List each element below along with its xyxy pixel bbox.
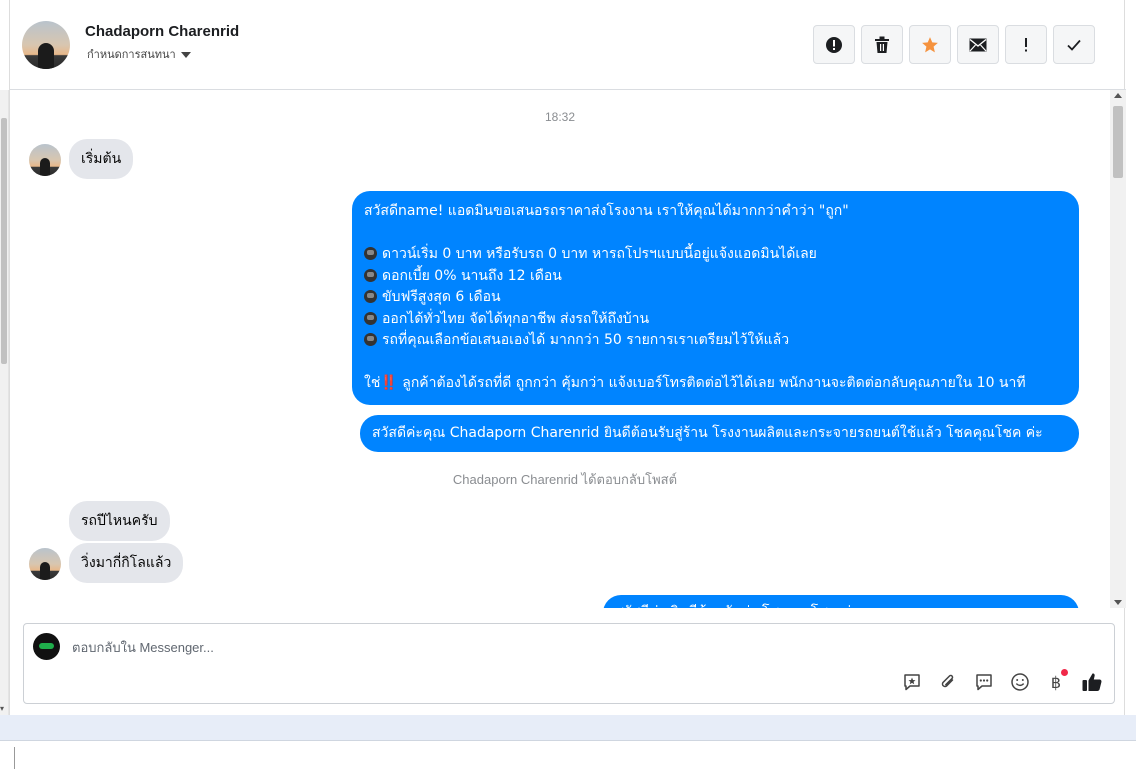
footer-bar[interactable] bbox=[0, 740, 1136, 770]
replied-to-post-note[interactable]: Chadaporn Charenrid ได้ตอบกลับโพสต์ bbox=[10, 469, 1110, 490]
scroll-up-icon[interactable] bbox=[1114, 93, 1122, 98]
star-button[interactable] bbox=[909, 25, 951, 64]
contact-avatar-small[interactable] bbox=[29, 548, 61, 580]
promo-line: ลูกค้าต้องได้รถที่ดี ถูกกว่า คุ้มกว่า แจ… bbox=[402, 375, 1026, 391]
like-icon bbox=[1082, 673, 1102, 691]
thread-scrollbar[interactable] bbox=[1110, 90, 1126, 608]
mark-unread-button[interactable] bbox=[957, 25, 999, 64]
scroll-down-icon[interactable] bbox=[1114, 600, 1122, 605]
promo-last-prefix: ใช่ bbox=[364, 375, 381, 391]
baht-icon: ฿ bbox=[1050, 672, 1062, 692]
contact-avatar[interactable] bbox=[22, 21, 70, 69]
car-emoji-icon bbox=[364, 290, 377, 303]
conversation-header: Chadaporn Charenrid กำหนดการสนทนา bbox=[10, 0, 1126, 90]
quick-reply-icon bbox=[976, 674, 992, 691]
car-emoji-icon bbox=[364, 333, 377, 346]
outgoing-message-welcome: สวัสดีค่ะคุณ Chadaporn Charenrid ยินดีต้… bbox=[360, 415, 1079, 452]
outer-scrollbar-thumb[interactable] bbox=[1, 118, 7, 364]
caret-down-icon bbox=[180, 52, 191, 58]
conversation-schedule-dropdown[interactable]: กำหนดการสนทนา bbox=[87, 45, 191, 63]
contact-avatar-small[interactable] bbox=[29, 144, 61, 176]
conversation-schedule-label: กำหนดการสนทนา bbox=[87, 48, 176, 61]
done-button[interactable] bbox=[1053, 25, 1095, 64]
promo-line: ขับฟรีสูงสุด 6 เดือน bbox=[382, 289, 501, 305]
incoming-message: รถปีไหนครับ bbox=[69, 501, 170, 541]
payment-button[interactable]: ฿ bbox=[1044, 669, 1068, 694]
car-emoji-icon bbox=[364, 311, 377, 325]
message-composer: ฿ bbox=[23, 623, 1115, 704]
emoji-button[interactable] bbox=[1008, 670, 1032, 694]
outgoing-message-promo: สวัสดีname! แอดมินขอเสนอรถราคาส่งโรงงาน … bbox=[352, 191, 1079, 405]
important-button[interactable] bbox=[1005, 25, 1047, 64]
report-button[interactable] bbox=[813, 25, 855, 64]
outgoing-message-partial: สวัสดีค่ะ ยินดีต้อนรับค่ะ โชคคุณโชค ค่ะ bbox=[603, 595, 1079, 608]
promo-line: สวัสดีname! แอดมินขอเสนอรถราคาส่งโรงงาน … bbox=[364, 203, 849, 219]
promo-line: รถที่คุณเลือกข้อเสนอเองได้ มากกว่า 50 รา… bbox=[382, 332, 790, 348]
quick-reply-button[interactable] bbox=[972, 670, 996, 694]
car-emoji-icon bbox=[364, 247, 377, 260]
reply-input[interactable] bbox=[72, 637, 1072, 657]
car-emoji-icon bbox=[364, 268, 377, 282]
message-thread: 18:32 เริ่มต้น สวัสดีname! แอดมินขอเสนอร… bbox=[10, 90, 1110, 608]
incoming-message: เริ่มต้น bbox=[69, 139, 134, 179]
notification-dot bbox=[1061, 669, 1068, 676]
attachment-icon bbox=[941, 674, 954, 688]
messenger-inbox: ▾ Chadaporn Charenrid กำหนดการสนทนา 18:3… bbox=[0, 0, 1136, 770]
promo-line: ออกได้ทั่วไทย จัดได้ทุกอาชีพ ส่งรถให้ถึง… bbox=[382, 310, 650, 327]
attach-button[interactable] bbox=[936, 670, 960, 694]
emoji-icon bbox=[1011, 673, 1029, 691]
check-icon bbox=[1067, 39, 1081, 51]
panel-bottom-gutter bbox=[0, 715, 1136, 740]
contact-name[interactable]: Chadaporn Charenrid bbox=[85, 23, 239, 40]
outer-scrollbar[interactable]: ▾ bbox=[0, 90, 9, 715]
outer-scroll-down-icon[interactable]: ▾ bbox=[0, 705, 4, 713]
mail-icon bbox=[969, 38, 987, 51]
saved-reply-icon bbox=[904, 674, 920, 691]
like-button[interactable] bbox=[1080, 670, 1104, 694]
incoming-message: วิ่งมากี่กิโลแล้ว bbox=[69, 543, 184, 583]
conversation-panel: Chadaporn Charenrid กำหนดการสนทนา 18:32 … bbox=[9, 0, 1126, 715]
saved-reply-button[interactable] bbox=[900, 670, 924, 694]
exclamation-icon bbox=[1025, 37, 1027, 51]
promo-line: ดอกเบี้ย 0% นานถึง 12 เดือน bbox=[382, 267, 562, 284]
thread-scrollbar-thumb[interactable] bbox=[1113, 106, 1123, 178]
message-timestamp: 18:32 bbox=[544, 110, 576, 124]
promo-line: ดาวน์เริ่ม 0 บาท หรือรับรถ 0 บาท หารถโปร… bbox=[382, 246, 817, 262]
page-avatar bbox=[33, 633, 60, 660]
star-icon bbox=[922, 36, 938, 52]
report-icon bbox=[826, 36, 842, 53]
delete-button[interactable] bbox=[861, 25, 903, 64]
trash-icon bbox=[875, 36, 889, 53]
double-exclamation-emoji: ‼️ bbox=[380, 375, 398, 391]
text-caret bbox=[14, 747, 15, 769]
